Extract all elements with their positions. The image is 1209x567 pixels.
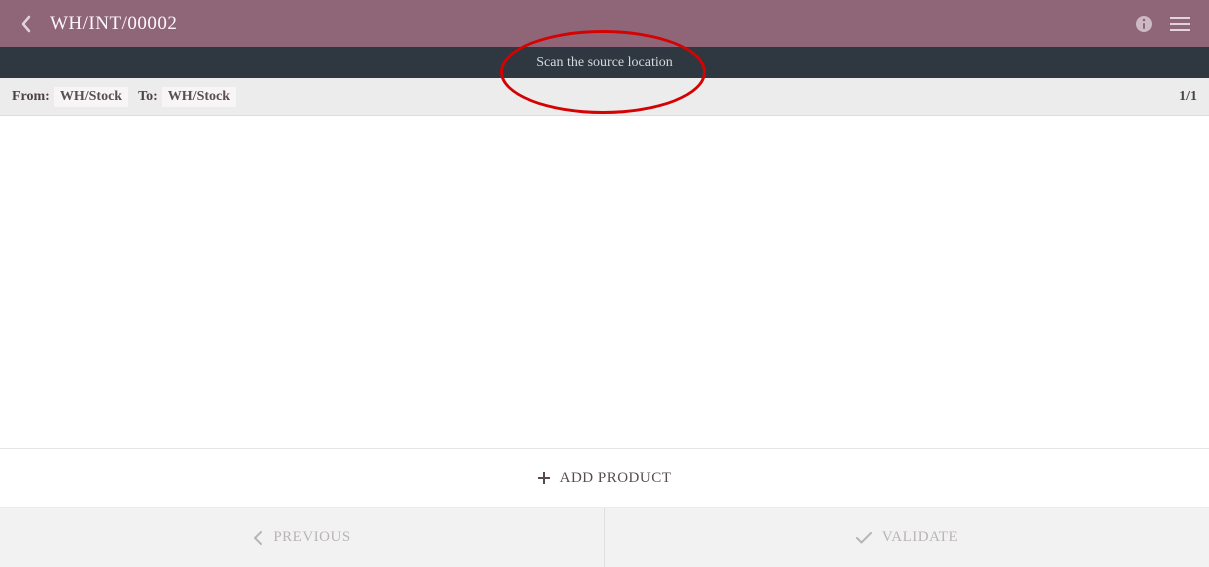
validate-label: VALIDATE — [882, 529, 958, 546]
from-label: From: — [12, 89, 50, 105]
plus-icon — [538, 472, 550, 484]
check-icon — [856, 532, 872, 544]
validate-button[interactable]: VALIDATE — [604, 508, 1209, 567]
previous-label: PREVIOUS — [273, 529, 350, 546]
pager: 1/1 — [1179, 89, 1197, 105]
chevron-left-icon — [253, 531, 263, 545]
to-value[interactable]: WH/Stock — [162, 87, 236, 107]
info-icon — [1135, 15, 1153, 33]
add-product-button[interactable]: ADD PRODUCT — [0, 448, 1209, 508]
scan-instruction-bar: Scan the source location — [0, 47, 1209, 78]
content-area — [0, 116, 1209, 448]
page-title: WH/INT/00002 — [50, 13, 177, 35]
scan-instruction-text: Scan the source location — [536, 55, 672, 71]
from-value[interactable]: WH/Stock — [54, 87, 128, 107]
add-product-label: ADD PRODUCT — [560, 470, 672, 487]
footer-actions: PREVIOUS VALIDATE — [0, 508, 1209, 567]
menu-icon — [1170, 17, 1190, 31]
to-label: To: — [138, 89, 158, 105]
chevron-left-icon — [19, 15, 33, 33]
info-button[interactable] — [1129, 9, 1159, 39]
menu-button[interactable] — [1165, 9, 1195, 39]
back-button[interactable] — [14, 12, 38, 36]
previous-button[interactable]: PREVIOUS — [0, 508, 604, 567]
location-strip: From: WH/Stock To: WH/Stock 1/1 — [0, 78, 1209, 116]
app-header: WH/INT/00002 — [0, 0, 1209, 47]
